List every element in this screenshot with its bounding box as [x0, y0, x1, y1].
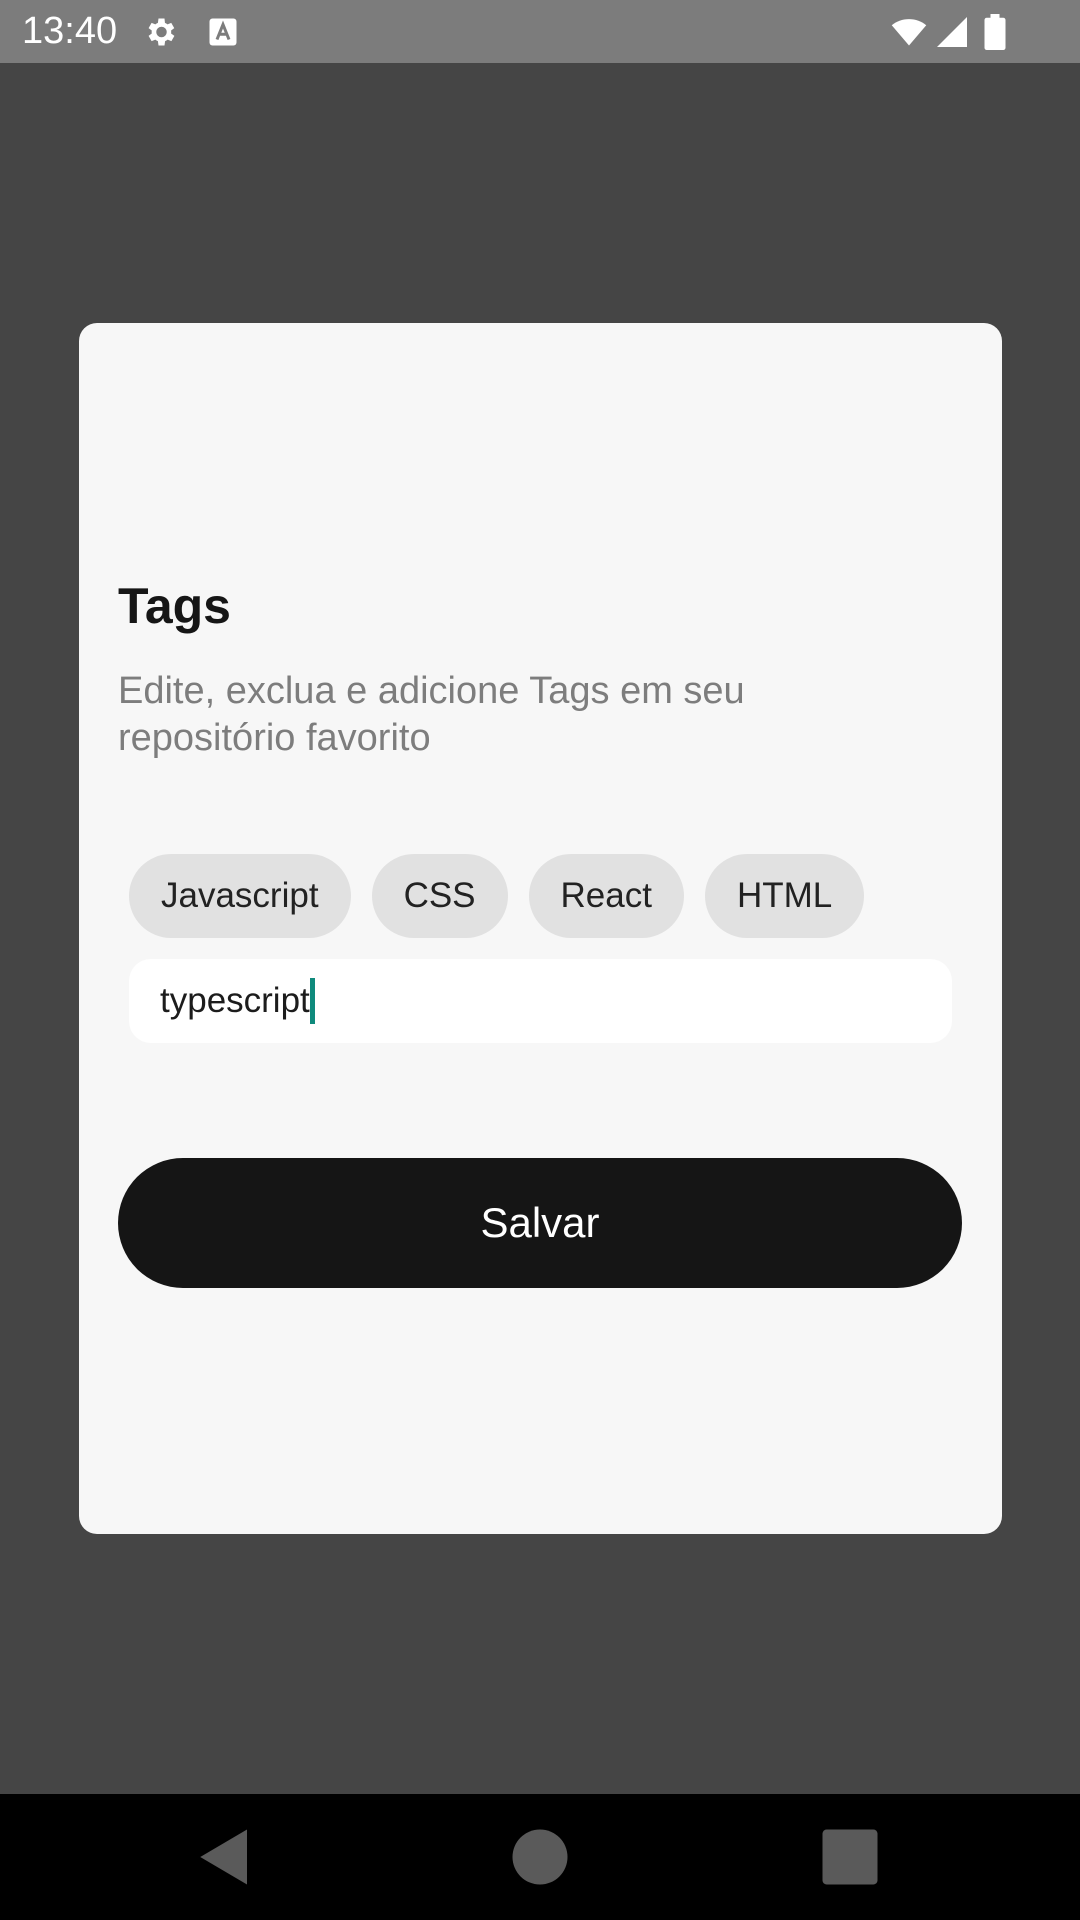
tags-dialog: Tags Edite, exclua e adicione Tags em se…	[79, 323, 1002, 1534]
battery-icon	[982, 14, 1008, 50]
signal-icon	[934, 14, 970, 50]
back-icon[interactable]	[192, 1824, 258, 1890]
status-bar: 13:40	[0, 0, 1080, 63]
tag-chip-javascript[interactable]: Javascript	[129, 854, 351, 938]
status-time: 13:40	[22, 10, 118, 52]
tag-input[interactable]: typescript	[129, 959, 952, 1043]
tag-input-value[interactable]: typescript	[160, 981, 310, 1021]
screen: 13:40 Tags Edite, exclua e adicione Tags…	[0, 0, 1080, 1920]
dialog-subtitle: Edite, exclua e adicione Tags em seu rep…	[118, 670, 745, 759]
wifi-icon	[888, 14, 930, 50]
text-cursor	[309, 978, 315, 1024]
navigation-bar	[0, 1794, 1080, 1920]
tag-chip-css[interactable]: CSS	[371, 854, 508, 938]
recents-icon[interactable]	[817, 1824, 883, 1890]
home-icon[interactable]	[507, 1824, 573, 1890]
tag-list: Javascript CSS React HTML	[129, 854, 865, 938]
tag-chip-react[interactable]: React	[528, 854, 684, 938]
keyboard-a-icon	[205, 14, 241, 50]
save-button[interactable]: Salvar	[118, 1158, 962, 1288]
dialog-title: Tags	[118, 578, 231, 634]
tag-chip-html[interactable]: HTML	[704, 854, 865, 938]
gear-icon	[142, 14, 178, 50]
